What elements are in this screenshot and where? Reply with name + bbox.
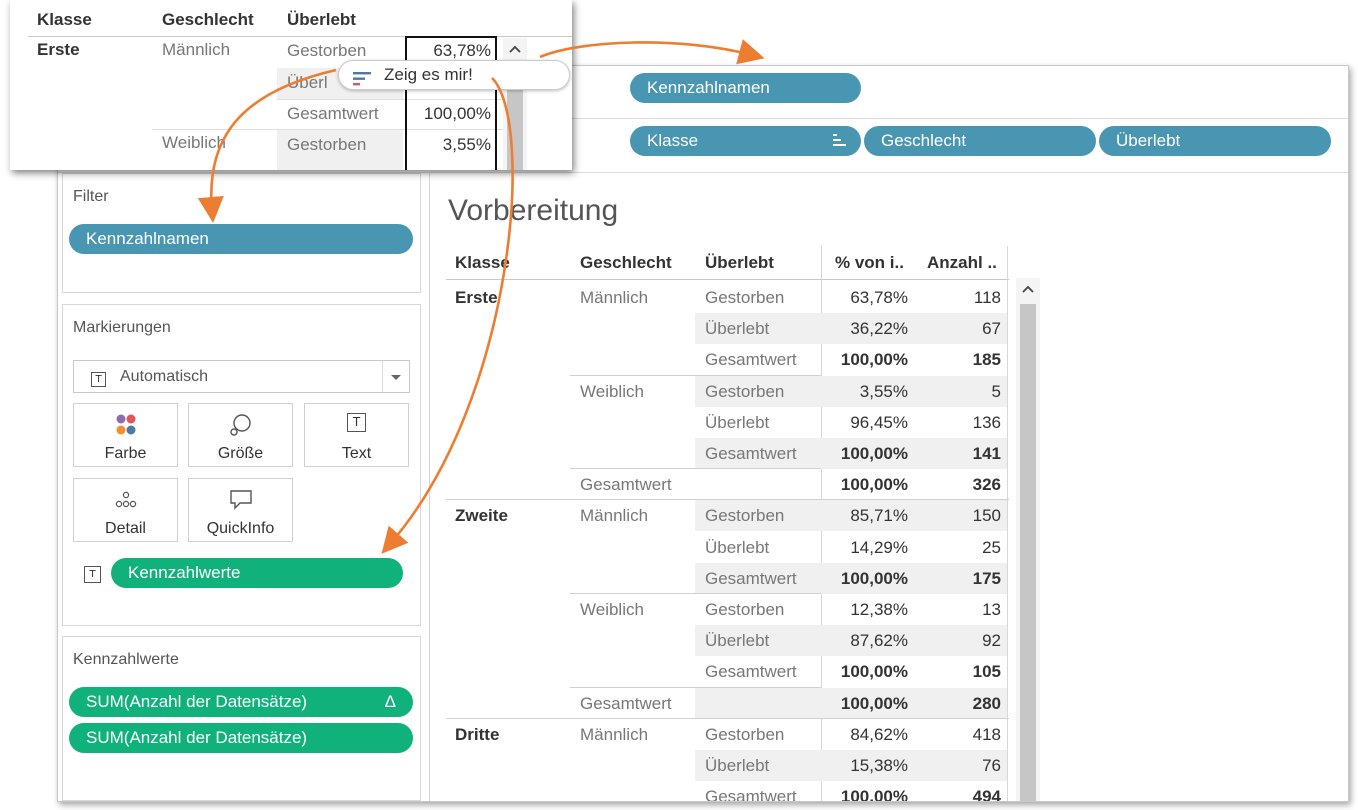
arrow-to-marks — [381, 77, 514, 554]
annotation-arrows — [197, 39, 765, 554]
arrow-to-columns — [539, 39, 765, 65]
arrow-to-filter — [197, 68, 337, 223]
